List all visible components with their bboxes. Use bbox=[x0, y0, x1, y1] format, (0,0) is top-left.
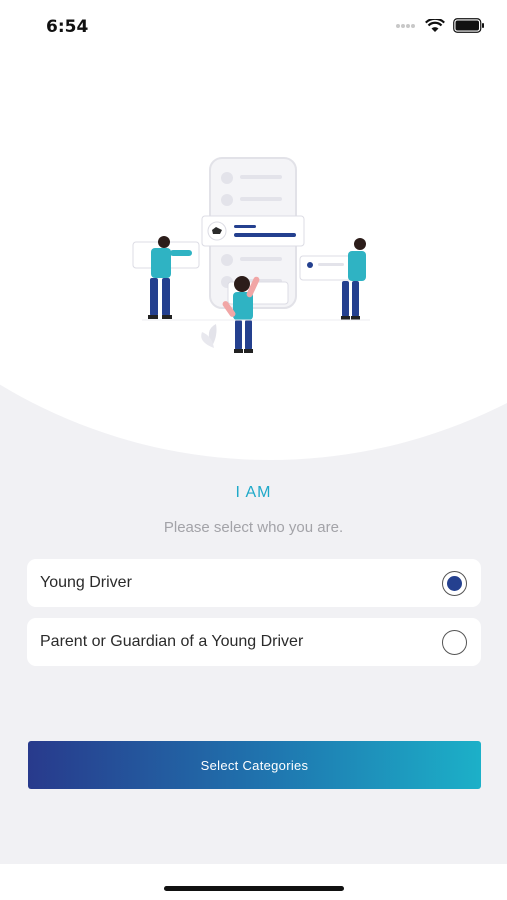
status-icons bbox=[395, 18, 485, 33]
option-label: Parent or Guardian of a Young Driver bbox=[40, 633, 304, 650]
page-subheading: Please select who you are. bbox=[163, 519, 344, 536]
radio-selected[interactable] bbox=[442, 570, 467, 596]
page-heading: I AM bbox=[235, 484, 272, 501]
option-parent-guardian[interactable]: Parent or Guardian of a Young Driver bbox=[27, 618, 481, 666]
option-young-driver[interactable]: Young Driver bbox=[27, 559, 481, 607]
status-bar: 6:54 bbox=[0, 0, 507, 52]
select-categories-button[interactable]: Select Categories bbox=[28, 741, 481, 789]
radio-unselected[interactable] bbox=[442, 629, 467, 655]
bottom-safe-area bbox=[0, 864, 507, 900]
wifi-icon bbox=[425, 18, 445, 32]
option-label: Young Driver bbox=[40, 574, 132, 591]
status-time: 6:54 bbox=[46, 17, 89, 37]
radio-dot bbox=[447, 575, 462, 591]
people-with-phone-illustration bbox=[132, 157, 370, 353]
home-indicator[interactable] bbox=[164, 886, 344, 891]
battery-icon bbox=[453, 18, 484, 33]
hero-section bbox=[0, 0, 507, 460]
cellular-signal-icon bbox=[396, 23, 415, 28]
